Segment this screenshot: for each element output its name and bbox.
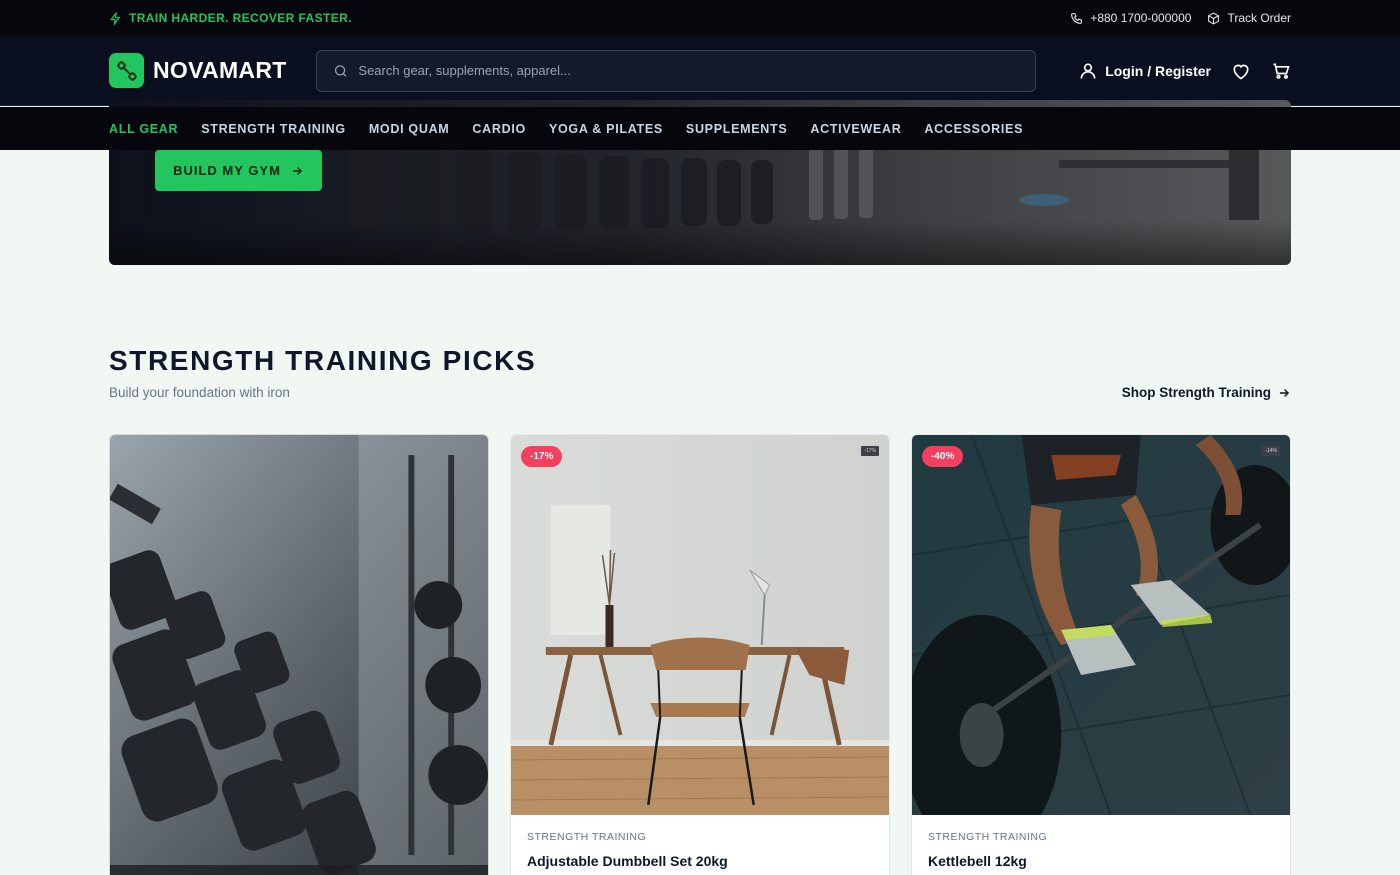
product-image[interactable]: -40% -14% — [912, 435, 1290, 815]
nav-item-supplements[interactable]: SUPPLEMENTS — [686, 122, 787, 136]
arrow-right-icon — [1279, 388, 1290, 397]
product-category: STRENGTH TRAINING — [527, 831, 647, 843]
discount-tag: -14% — [1262, 446, 1280, 456]
login-register-link[interactable]: Login / Register — [1078, 61, 1211, 81]
build-my-gym-button[interactable]: BUILD MY GYM — [155, 150, 322, 191]
nav-item-modi-quam[interactable]: MODI QUAM — [369, 122, 450, 136]
search-icon — [334, 64, 347, 77]
search-input[interactable] — [358, 63, 1019, 78]
section-title: STRENGTH TRAINING PICKS — [109, 345, 537, 376]
phone-icon — [1071, 12, 1083, 24]
logo-mark — [109, 53, 144, 88]
promo-text: TRAIN HARDER. RECOVER FASTER. — [129, 11, 352, 25]
cart-button[interactable] — [1271, 61, 1291, 81]
brand-logo[interactable]: NOVAMART — [109, 53, 316, 88]
product-card[interactable]: -17% -17% STRENGTH TRAINING Adjustable D… — [510, 434, 890, 875]
nav-item-cardio[interactable]: CARDIO — [472, 122, 526, 136]
product-name[interactable]: Kettlebell 12kg — [928, 853, 1027, 869]
track-order-label: Track Order — [1227, 11, 1291, 25]
nav-item-strength-training[interactable]: STRENGTH TRAINING — [201, 122, 346, 136]
product-name[interactable]: Adjustable Dumbbell Set 20kg — [527, 853, 728, 869]
shop-strength-training-link[interactable]: Shop Strength Training — [1122, 385, 1291, 400]
top-bar: TRAIN HARDER. RECOVER FASTER. +880 1700-… — [0, 0, 1400, 36]
product-image[interactable] — [110, 435, 488, 875]
barbell-lift-photo — [912, 435, 1290, 815]
main-header: NOVAMART Login / Register — [0, 36, 1400, 106]
brand-name: NOVAMART — [153, 57, 287, 83]
phone-number: +880 1700-000000 — [1090, 11, 1192, 25]
product-card[interactable]: -40% -14% STRENGTH TRAINING Kettlebell 1… — [911, 434, 1291, 875]
wishlist-button[interactable] — [1231, 61, 1251, 81]
product-image[interactable]: -17% -17% — [511, 435, 889, 815]
nav-item-accessories[interactable]: ACCESSORIES — [924, 122, 1023, 136]
search-bar[interactable] — [316, 49, 1036, 92]
shop-link-label: Shop Strength Training — [1121, 385, 1271, 400]
section-subtitle: Build your foundation with iron — [109, 385, 290, 400]
dumbbell-icon — [116, 60, 137, 81]
track-order-link[interactable]: Track Order — [1207, 11, 1291, 25]
bolt-icon — [109, 11, 121, 25]
category-nav: ALL GEAR STRENGTH TRAINING MODI QUAM CAR… — [0, 107, 1400, 150]
login-label: Login / Register — [1105, 62, 1211, 79]
dumbbell-rack-photo — [110, 435, 488, 875]
heart-icon — [1233, 64, 1249, 79]
discount-badge: -40% — [922, 446, 964, 467]
discount-tag: -17% — [861, 446, 879, 456]
desk-chair-photo — [511, 435, 889, 815]
package-icon — [1208, 11, 1220, 25]
nav-item-all-gear[interactable]: ALL GEAR — [109, 122, 178, 136]
build-my-gym-label: BUILD MY GYM — [173, 163, 281, 178]
discount-badge: -17% — [521, 446, 563, 467]
nav-item-yoga-pilates[interactable]: YOGA & PILATES — [549, 122, 663, 136]
phone-link[interactable]: +880 1700-000000 — [1070, 11, 1191, 25]
nav-item-activewear[interactable]: ACTIVEWEAR — [810, 122, 901, 136]
cart-icon — [1273, 63, 1290, 79]
arrow-right-icon — [292, 166, 302, 175]
promo-banner: TRAIN HARDER. RECOVER FASTER. — [109, 11, 352, 25]
product-card[interactable] — [109, 434, 489, 875]
product-category: STRENGTH TRAINING — [928, 831, 1048, 843]
user-icon — [1080, 63, 1096, 79]
